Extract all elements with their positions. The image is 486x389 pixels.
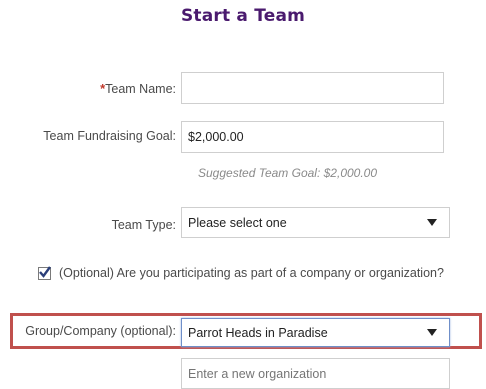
team-name-label: *Team Name: [100, 81, 176, 96]
group-select[interactable]: Parrot Heads in Paradise [181, 318, 450, 347]
company-checkbox-row[interactable]: (Optional) Are you participating as part… [38, 265, 444, 280]
chevron-down-icon [427, 219, 437, 226]
checkmark-icon [39, 265, 51, 278]
chevron-down-icon [427, 329, 437, 336]
group-selected: Parrot Heads in Paradise [188, 325, 328, 340]
new-organization-input[interactable] [181, 358, 450, 389]
team-type-select[interactable]: Please select one [181, 207, 450, 238]
team-type-label: Team Type: [111, 218, 176, 232]
goal-hint: Suggested Team Goal: $2,000.00 [198, 166, 378, 180]
team-name-input[interactable] [181, 72, 444, 104]
team-type-selected: Please select one [188, 215, 287, 230]
goal-label: Team Fundraising Goal: [43, 129, 176, 143]
company-checkbox[interactable] [38, 265, 51, 280]
company-checkbox-label: (Optional) Are you participating as part… [59, 266, 444, 280]
goal-input[interactable] [181, 121, 444, 153]
page-title: Start a Team [180, 6, 306, 26]
group-label: Group/Company (optional): [25, 324, 176, 338]
team-name-label-text: Team Name: [105, 82, 176, 96]
